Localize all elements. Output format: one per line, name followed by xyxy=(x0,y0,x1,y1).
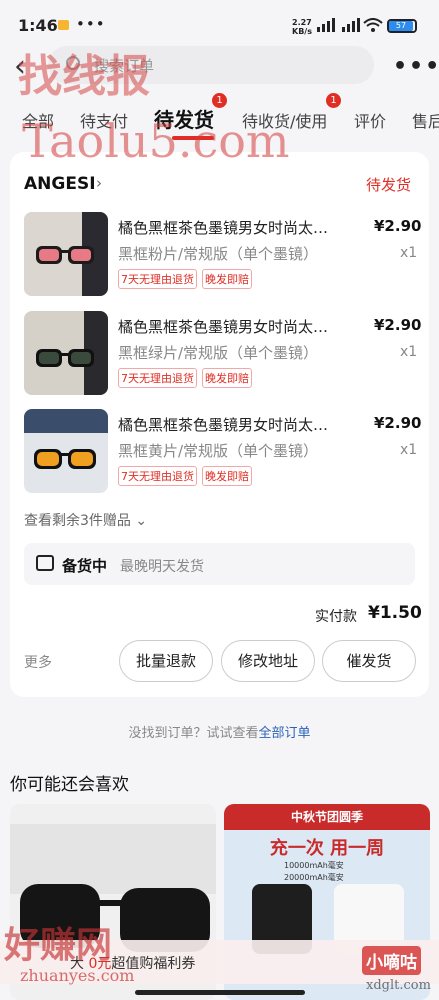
paid-amount: ¥1.50 xyxy=(368,603,422,623)
product-price: ¥2.90 xyxy=(374,414,422,432)
promo-title: 中秋节团圆季 xyxy=(224,804,430,830)
late-compensation-tag: 晚发即赔 xyxy=(202,368,252,388)
lens-right xyxy=(71,352,91,364)
watermark-top: 找线报 xyxy=(18,51,150,102)
product-spec: 黑框黄片/常规版（单个墨镜） xyxy=(118,442,319,460)
more-actions-button[interactable]: 更多 xyxy=(24,652,52,672)
shipping-note: 最晚明天发货 xyxy=(120,559,204,575)
promo-spec-2: 20000mAh毫安 xyxy=(284,873,344,882)
battery-level: 57 xyxy=(389,21,413,31)
notification-icon xyxy=(58,20,69,30)
tab-review[interactable]: 评价 xyxy=(354,108,386,132)
return-tag: 7天无理由退货 xyxy=(118,269,197,289)
batch-refund-button[interactable]: 批量退款 xyxy=(119,640,213,682)
return-tag: 7天无理由退货 xyxy=(118,368,197,388)
signal-icon xyxy=(317,18,335,32)
product-spec: 黑框绿片/常规版（单个墨镜） xyxy=(118,344,319,362)
paid-label: 实付款 xyxy=(315,609,357,625)
product-price: ¥2.90 xyxy=(374,217,422,235)
product-price: ¥2.90 xyxy=(374,316,422,334)
urge-shipment-button[interactable]: 催发货 xyxy=(322,640,416,682)
all-orders-link[interactable]: 全部订单 xyxy=(259,726,311,741)
product-image[interactable] xyxy=(24,212,108,296)
late-compensation-tag: 晚发即赔 xyxy=(202,269,252,289)
view-gifts-link[interactable]: 查看剩余3件赠品 ⌄ xyxy=(24,510,147,530)
modify-address-button[interactable]: 修改地址 xyxy=(221,640,315,682)
promo-spec-1: 10000mAh毫安 xyxy=(284,861,344,870)
home-indicator[interactable] xyxy=(135,990,305,995)
order-hint: 没找到订单？试试查看全部订单 xyxy=(128,726,311,741)
product-spec: 黑框粉片/常规版（单个墨镜） xyxy=(118,245,319,263)
tab-after-sales[interactable]: 售后 xyxy=(412,108,439,132)
promo-slogan: 充一次 用一周 xyxy=(269,838,385,859)
wifi-icon xyxy=(363,18,383,32)
order-status: 待发货 xyxy=(366,176,412,194)
lens-right xyxy=(71,249,91,261)
lens-left xyxy=(39,249,59,261)
signal-icon-2 xyxy=(342,18,360,32)
late-compensation-tag: 晚发即赔 xyxy=(202,466,252,486)
more-menu-icon[interactable]: ••• xyxy=(393,54,439,79)
recommend-title: 你可能还会喜欢 xyxy=(10,775,129,795)
product-title[interactable]: 橘色黑框茶色墨镜男女时尚太… xyxy=(118,217,358,238)
return-tag: 7天无理由退货 xyxy=(118,466,197,486)
product-quantity: x1 xyxy=(400,344,418,360)
status-time: 1:46 xyxy=(18,16,58,35)
chevron-down-icon: ⌄ xyxy=(130,513,148,529)
chevron-right-icon[interactable]: › xyxy=(96,174,102,192)
lens-left xyxy=(39,352,59,364)
network-speed: 2.27 KB/s xyxy=(292,18,312,36)
shop-name[interactable]: ANGESI xyxy=(24,174,96,194)
tab-badge: 1 xyxy=(212,93,227,108)
product-title[interactable]: 橘色黑框茶色墨镜男女时尚太… xyxy=(118,414,358,435)
watermark-mid: Taolu5.com xyxy=(22,114,290,168)
lens-right xyxy=(71,452,93,466)
lens-left xyxy=(37,452,59,466)
product-image[interactable] xyxy=(24,409,108,493)
product-image[interactable] xyxy=(24,311,108,395)
product-quantity: x1 xyxy=(400,442,418,458)
tab-badge: 1 xyxy=(326,93,341,108)
watermark-corner-url: xdglt.com xyxy=(366,978,431,993)
product-title[interactable]: 橘色黑框茶色墨镜男女时尚太… xyxy=(118,316,358,337)
watermark-bottom-url: zhuanyes.com xyxy=(20,966,135,985)
shipping-status-label: 备货中 xyxy=(62,557,108,575)
package-icon xyxy=(36,555,54,571)
watermark-bottom: 好赚网 xyxy=(4,924,113,966)
product-quantity: x1 xyxy=(400,245,418,261)
more-notifications-icon: ••• xyxy=(76,15,106,33)
watermark-corner: 小嘀咕 xyxy=(362,946,421,975)
